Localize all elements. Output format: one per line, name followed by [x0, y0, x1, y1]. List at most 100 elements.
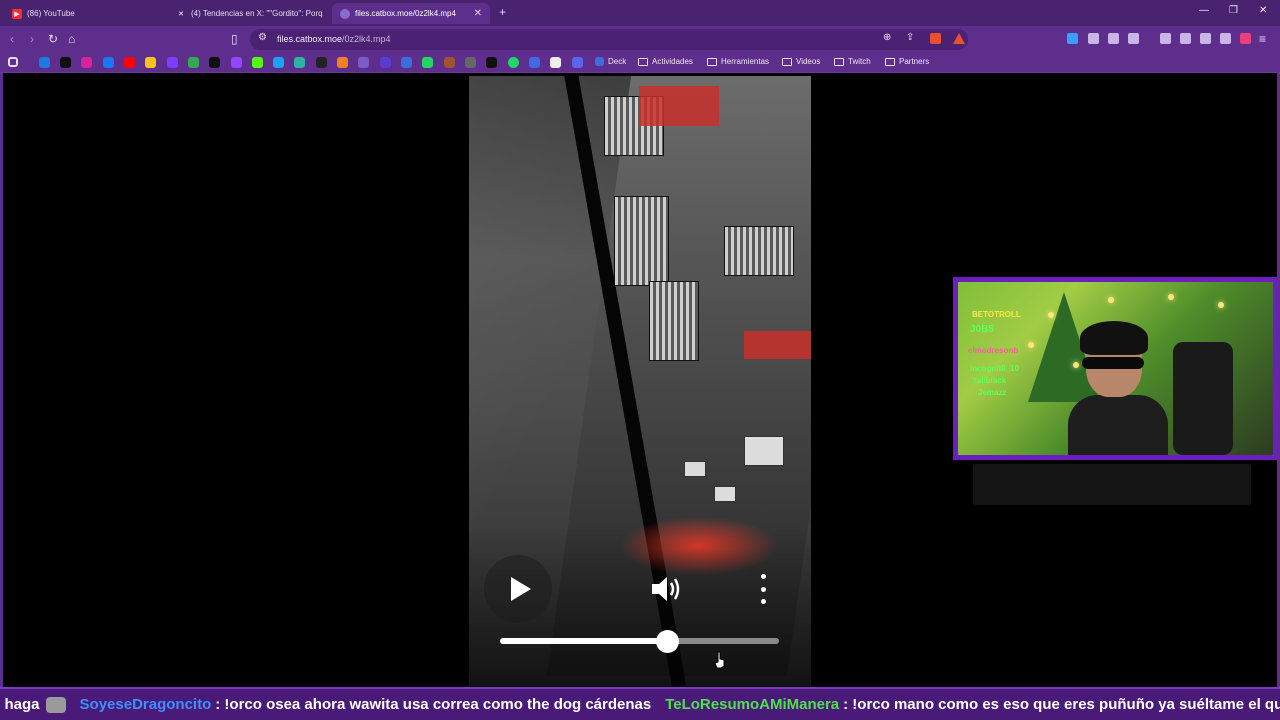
url-text: files.catbox.moe/0z2lk4.mp4 — [277, 34, 391, 44]
bookmark-whatsapp-icon[interactable] — [508, 57, 519, 68]
restore-icon[interactable]: ❐ — [1229, 5, 1238, 16]
bookmark-icon[interactable] — [422, 57, 433, 68]
hand-cursor-icon — [714, 651, 725, 669]
overlay-text: BETOTROLL — [972, 310, 1021, 319]
bookmark-x-icon[interactable] — [209, 57, 220, 68]
bookmark-icon[interactable] — [401, 57, 412, 68]
bookmark-folder-twitch[interactable]: Twitch — [834, 57, 871, 66]
bookmark-icon[interactable] — [273, 57, 284, 68]
brave-rewards-icon[interactable] — [953, 33, 965, 44]
tab-catbox[interactable]: files.catbox.moe/0z2lk4.mp4 ✕ — [332, 3, 490, 24]
wallet-icon[interactable] — [1180, 33, 1191, 44]
tab-youtube[interactable]: ▶ (86) YouTube — [4, 3, 164, 24]
bookmark-icon[interactable] — [167, 57, 178, 68]
light — [1028, 342, 1034, 348]
chat-username: SoyeseDragoncito — [79, 696, 212, 713]
profile-icon[interactable] — [1240, 33, 1251, 44]
video-ram-slot — [724, 226, 794, 276]
light — [1048, 312, 1054, 318]
home-icon[interactable]: ⌂ — [68, 32, 75, 46]
back-icon[interactable]: ‹ — [10, 32, 14, 46]
url-path: /0z2lk4.mp4 — [342, 34, 391, 44]
overlay-panel — [973, 464, 1251, 505]
bookmark-folder-actividades[interactable]: Actividades — [638, 57, 693, 66]
share-icon[interactable]: ⇪ — [906, 32, 914, 43]
bookmark-label: Deck — [608, 57, 627, 66]
bookmark-icon[interactable] — [145, 57, 156, 68]
bookmark-outlook-icon[interactable] — [39, 57, 50, 68]
leo-icon[interactable] — [1200, 33, 1211, 44]
deck-icon — [595, 57, 604, 66]
bookmark-icon[interactable] — [486, 57, 497, 68]
bookmark-folder-herramientas[interactable]: Herramientas — [707, 57, 769, 66]
bookmark-icon[interactable] — [358, 57, 369, 68]
overlay-text: J0B5 — [970, 324, 994, 335]
sidebar-icon[interactable] — [1128, 33, 1139, 44]
overlay-text: Jemazz — [978, 388, 1007, 397]
bookmark-instagram-icon[interactable] — [81, 57, 92, 68]
chair — [1173, 342, 1233, 455]
more-options-button[interactable] — [756, 574, 770, 604]
apps-grid-icon[interactable] — [8, 57, 18, 67]
bookmark-twitch-icon[interactable] — [231, 57, 242, 68]
window-close-icon[interactable]: ✕ — [1259, 5, 1267, 16]
bookmark-drive-icon[interactable] — [188, 57, 199, 68]
reload-icon[interactable]: ↻ — [48, 32, 58, 46]
streamer-body — [1068, 395, 1168, 455]
chat-message: : !orco mano como es eso que eres puñuño… — [843, 696, 1280, 713]
vpn-icon[interactable] — [1220, 33, 1231, 44]
close-tab-icon[interactable]: ✕ — [474, 8, 482, 19]
extension-icon[interactable] — [1067, 33, 1078, 44]
video-chip — [714, 486, 736, 502]
tab-title: (86) YouTube — [27, 9, 75, 18]
overlay-text: Yallblack — [972, 376, 1007, 385]
bookmark-icon[interactable] — [529, 57, 540, 68]
volume-icon — [652, 577, 680, 601]
bookmark-deck[interactable]: Deck — [595, 57, 626, 66]
seek-bar-progress — [500, 638, 668, 644]
bookmark-tiktok-icon[interactable] — [60, 57, 71, 68]
bookmark-icon[interactable]: ▯ — [231, 32, 238, 46]
x-icon: ✕ — [178, 10, 184, 18]
bookmark-icon[interactable] — [294, 57, 305, 68]
url-host: files.catbox.moe — [277, 34, 343, 44]
bookmark-facebook-icon[interactable] — [103, 57, 114, 68]
chat-username: TeLoResumoAMiManera — [665, 696, 840, 713]
tab-title: files.catbox.moe/0z2lk4.mp4 — [355, 9, 456, 18]
forward-icon[interactable]: › — [30, 32, 34, 46]
puzzle-icon[interactable] — [1108, 33, 1119, 44]
bookmark-icon[interactable] — [337, 57, 348, 68]
site-info-icon[interactable]: ⚙ — [258, 32, 267, 43]
bookmark-label: Partners — [899, 57, 930, 66]
dot — [760, 586, 766, 592]
dot — [760, 574, 766, 579]
menu-icon[interactable]: ≡ — [1259, 32, 1266, 46]
video-ram-slot — [649, 281, 699, 361]
address-bar[interactable]: ⚙ files.catbox.moe/0z2lk4.mp4 ⊕ ⇪ — [250, 29, 968, 50]
new-tab-icon[interactable]: + — [499, 5, 506, 19]
zoom-icon[interactable]: ⊕ — [883, 32, 891, 43]
bookmark-icon[interactable] — [316, 57, 327, 68]
bookmark-folder-partners[interactable]: Partners — [885, 57, 929, 66]
bookmark-icon[interactable] — [550, 57, 561, 68]
play-button[interactable] — [484, 555, 552, 623]
volume-button[interactable] — [648, 572, 684, 606]
music-icon[interactable] — [1160, 33, 1171, 44]
bookmark-label: Herramientas — [721, 57, 770, 66]
bookmark-folder-videos[interactable]: Videos — [782, 57, 820, 66]
bookmark-icon[interactable] — [380, 57, 391, 68]
bookmark-icon[interactable] — [465, 57, 476, 68]
minimize-icon[interactable]: — — [1199, 5, 1209, 16]
tab-x-trends[interactable]: ✕ (4) Tendencias en X: ""Gordito": Porq — [168, 3, 328, 24]
webcam-overlay: BETOTROLL J0B5 elmodresonb Incognit0_10 … — [953, 277, 1278, 460]
bookmark-youtube-icon[interactable] — [124, 57, 135, 68]
folder-icon — [782, 57, 792, 66]
bookmark-icon[interactable] — [572, 57, 583, 68]
seek-bar[interactable] — [500, 638, 779, 644]
bookmark-icon[interactable] — [444, 57, 455, 68]
brave-shields-icon[interactable] — [930, 33, 941, 44]
extension-icon[interactable] — [1088, 33, 1099, 44]
bookmark-kick-icon[interactable] — [252, 57, 263, 68]
play-icon — [510, 577, 531, 601]
chat-message: e haga — [0, 696, 40, 713]
